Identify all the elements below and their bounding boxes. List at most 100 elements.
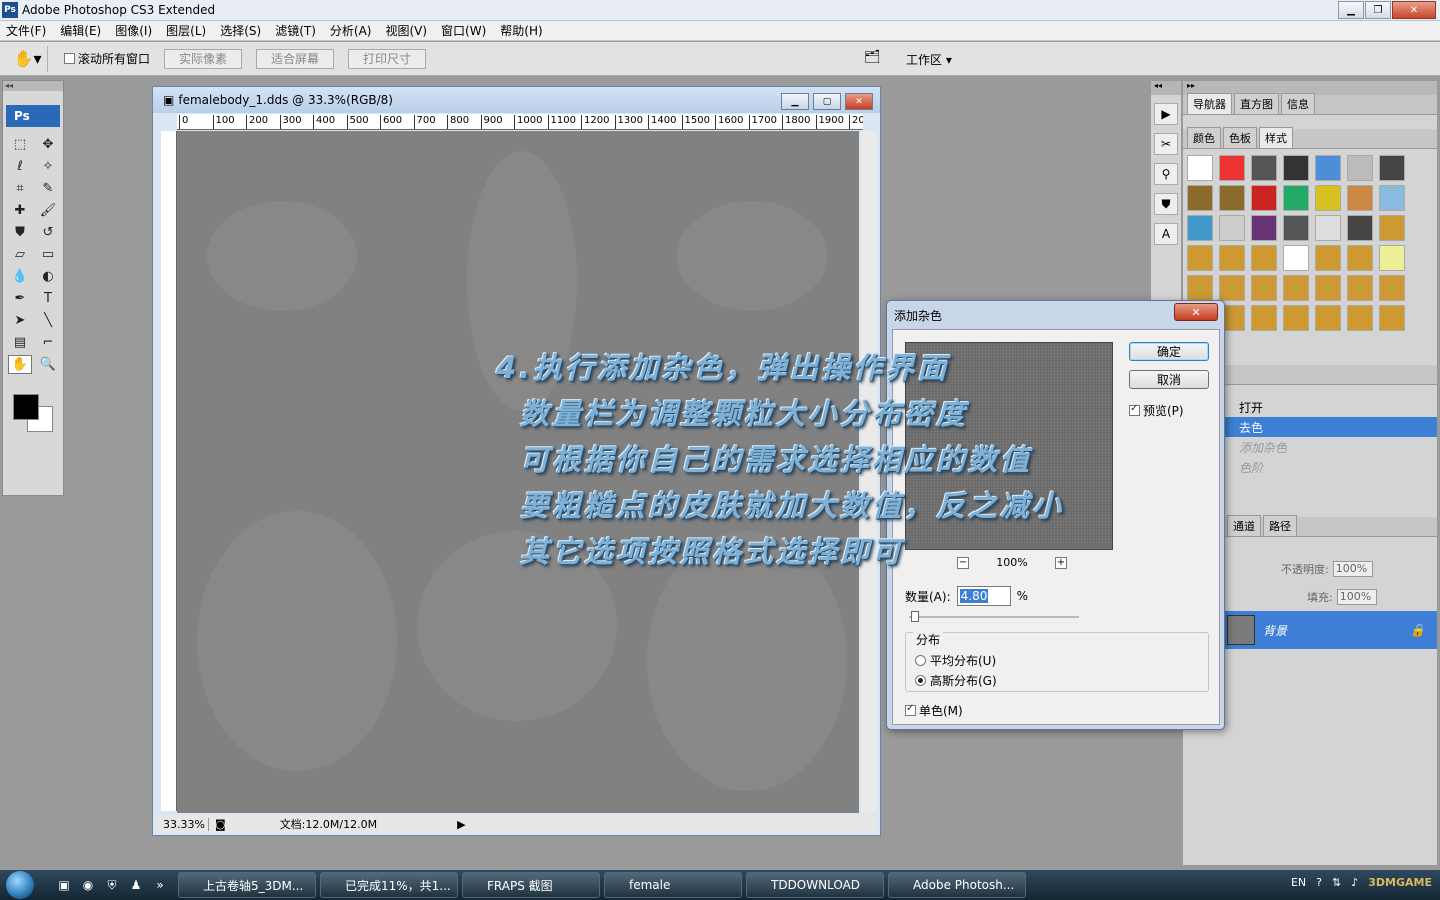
style-swatch[interactable] xyxy=(1283,275,1309,301)
tab-navigator[interactable]: 导航器 xyxy=(1187,93,1232,114)
zoom-level[interactable]: 33.33% xyxy=(157,817,209,831)
lasso-tool-icon[interactable]: ℓ xyxy=(8,157,32,176)
layer-row-background[interactable]: 背景 🔒 xyxy=(1223,611,1437,649)
menu-select[interactable]: 选择(S) xyxy=(220,22,261,39)
style-swatch[interactable] xyxy=(1283,245,1309,271)
layer-thumbnail[interactable] xyxy=(1227,615,1255,645)
style-swatch[interactable] xyxy=(1283,185,1309,211)
gaussian-radio[interactable]: 高斯分布(G) xyxy=(915,672,997,689)
style-swatch[interactable] xyxy=(1347,155,1373,181)
doc-maximize-button[interactable]: ▢ xyxy=(813,93,841,110)
style-swatch[interactable] xyxy=(1347,305,1373,331)
foreground-color-swatch[interactable] xyxy=(13,394,39,420)
history-brush-icon[interactable]: ↺ xyxy=(36,223,60,242)
line-tool-icon[interactable]: ╲ xyxy=(36,311,60,330)
start-button[interactable] xyxy=(0,870,40,900)
taskbar-item[interactable]: 上古卷轴5_3DM... xyxy=(178,872,316,898)
taskbar-item[interactable]: 已完成11%，共1... xyxy=(320,872,458,898)
style-swatch[interactable] xyxy=(1379,305,1405,331)
path-selection-icon[interactable]: ➤ xyxy=(8,311,32,330)
move-tool-icon[interactable]: ✥ xyxy=(36,135,60,154)
taskbar-item[interactable]: TDDOWNLOAD xyxy=(746,872,884,898)
tab-styles[interactable]: 样式 xyxy=(1259,127,1293,148)
style-swatch[interactable] xyxy=(1219,155,1245,181)
hand-tool-preset-icon[interactable]: ✋▾ xyxy=(8,45,48,72)
amount-input[interactable]: 4.80 xyxy=(956,586,1011,606)
style-swatch[interactable] xyxy=(1315,305,1341,331)
character-icon[interactable]: A xyxy=(1154,223,1178,245)
workspace-menu[interactable]: 工作区 ▾ xyxy=(906,51,952,68)
style-swatch[interactable] xyxy=(1315,185,1341,211)
style-swatch[interactable] xyxy=(1347,185,1373,211)
menu-layer[interactable]: 图层(L) xyxy=(166,22,206,39)
slice-tool-icon[interactable]: ✎ xyxy=(36,179,60,198)
dock-grip[interactable]: ◂◂ xyxy=(1151,81,1181,95)
blur-tool-icon[interactable]: 💧 xyxy=(8,267,32,286)
style-swatch[interactable] xyxy=(1315,215,1341,241)
style-swatch[interactable] xyxy=(1187,275,1213,301)
style-swatch[interactable] xyxy=(1283,215,1309,241)
eraser-tool-icon[interactable]: ▱ xyxy=(8,245,32,264)
show-desktop-icon[interactable]: ▣ xyxy=(54,875,74,895)
style-swatch[interactable] xyxy=(1379,185,1405,211)
help-icon[interactable]: ? xyxy=(1316,876,1322,889)
scroll-all-windows-checkbox[interactable]: 滚动所有窗口 xyxy=(64,50,150,67)
style-swatch[interactable] xyxy=(1187,215,1213,241)
healing-brush-icon[interactable]: ✚ xyxy=(8,201,32,220)
menu-analysis[interactable]: 分析(A) xyxy=(330,22,372,39)
panel-grip[interactable]: ◂◂ xyxy=(3,81,63,91)
uniform-radio[interactable]: 平均分布(U) xyxy=(915,652,996,669)
status-menu-arrow-icon[interactable]: ▶ xyxy=(457,818,465,831)
checkbox-box[interactable] xyxy=(905,703,916,716)
taskbar-item[interactable]: female xyxy=(604,872,742,898)
style-swatch[interactable] xyxy=(1347,215,1373,241)
amount-slider-thumb[interactable] xyxy=(911,611,920,622)
style-swatch[interactable] xyxy=(1219,245,1245,271)
print-size-button[interactable]: 打印尺寸 xyxy=(348,48,427,69)
marquee-tool-icon[interactable]: ⬚ xyxy=(8,135,32,154)
more-icon[interactable]: » xyxy=(150,875,170,895)
fit-screen-button[interactable]: 适合屏幕 xyxy=(256,48,335,69)
checkbox-box[interactable] xyxy=(64,53,75,64)
style-swatch[interactable] xyxy=(1187,245,1213,271)
document-titlebar[interactable]: ▣ femalebody_1.dds @ 33.3%(RGB/8) xyxy=(153,87,880,113)
style-swatch[interactable] xyxy=(1187,155,1213,181)
tab-histogram[interactable]: 直方图 xyxy=(1234,93,1279,114)
status-icon[interactable]: ◙ xyxy=(215,818,226,831)
notes-tool-icon[interactable]: ▤ xyxy=(8,333,32,352)
actual-pixels-button[interactable]: 实际像素 xyxy=(164,48,243,69)
monochrome-checkbox[interactable]: 单色(M) xyxy=(905,702,963,719)
style-swatch[interactable] xyxy=(1251,185,1277,211)
style-swatch[interactable] xyxy=(1251,305,1277,331)
style-swatch[interactable] xyxy=(1251,155,1277,181)
minimize-button[interactable]: ▁ xyxy=(1338,1,1364,19)
style-swatch[interactable] xyxy=(1283,305,1309,331)
style-swatch[interactable] xyxy=(1379,215,1405,241)
menu-image[interactable]: 图像(I) xyxy=(115,22,152,39)
language-indicator[interactable]: EN xyxy=(1291,876,1306,889)
menu-view[interactable]: 视图(V) xyxy=(385,22,427,39)
style-swatch[interactable] xyxy=(1347,275,1373,301)
zoom-tool-icon[interactable]: 🔍 xyxy=(36,355,60,374)
style-swatch[interactable] xyxy=(1219,185,1245,211)
taskbar-item[interactable]: Adobe Photosh... xyxy=(888,872,1026,898)
close-button[interactable]: ✕ xyxy=(1392,1,1436,19)
network-icon[interactable]: ⇅ xyxy=(1332,876,1341,889)
menu-window[interactable]: 窗口(W) xyxy=(441,22,486,39)
style-swatch[interactable] xyxy=(1379,245,1405,271)
style-swatch[interactable] xyxy=(1315,155,1341,181)
eyedropper-tool-icon[interactable]: ⌐ xyxy=(36,333,60,352)
menu-help[interactable]: 帮助(H) xyxy=(500,22,542,39)
style-swatch[interactable] xyxy=(1315,275,1341,301)
actions-play-icon[interactable]: ▶ xyxy=(1154,103,1178,125)
firefox-icon[interactable]: ◉ xyxy=(78,875,98,895)
style-swatch[interactable] xyxy=(1251,245,1277,271)
style-swatch[interactable] xyxy=(1315,245,1341,271)
style-swatch[interactable] xyxy=(1251,215,1277,241)
type-tool-icon[interactable]: T xyxy=(36,289,60,308)
style-swatch[interactable] xyxy=(1283,155,1309,181)
tab-paths[interactable]: 路径 xyxy=(1263,515,1297,536)
tab-channels[interactable]: 通道 xyxy=(1227,515,1261,536)
security-shield-icon[interactable]: ⛨ xyxy=(102,875,122,895)
menu-file[interactable]: 文件(F) xyxy=(6,22,46,39)
